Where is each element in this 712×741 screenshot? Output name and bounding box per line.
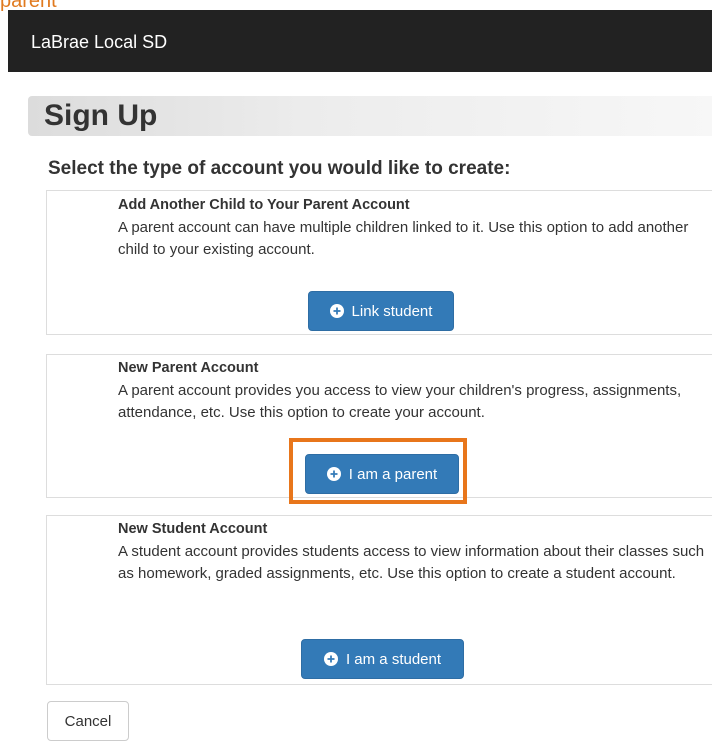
plus-circle-icon	[323, 652, 338, 666]
option-card-student: New Student Account A student account pr…	[46, 515, 712, 685]
cancel-button[interactable]: Cancel	[47, 701, 129, 741]
option-title: Add Another Child to Your Parent Account	[118, 197, 410, 213]
option-description: A parent account provides you access to …	[118, 382, 682, 421]
page-header: Sign Up	[28, 96, 712, 136]
brand-link[interactable]: LaBrae Local SD	[31, 31, 167, 53]
option-title: New Parent Account	[118, 360, 259, 376]
page-title: Sign Up	[44, 99, 158, 132]
button-label: Cancel	[64, 712, 112, 730]
navbar: LaBrae Local SD	[8, 10, 712, 72]
account-type-prompt: Select the type of account you would lik…	[48, 158, 511, 179]
option-card-link-student: Add Another Child to Your Parent Account…	[46, 190, 712, 335]
i-am-a-student-button[interactable]: I am a student	[301, 639, 464, 679]
option-description: A parent account can have multiple child…	[118, 219, 689, 258]
option-title: New Student Account	[118, 521, 268, 537]
link-student-button[interactable]: Link student	[308, 291, 454, 331]
plus-circle-icon	[329, 304, 344, 318]
button-label: Link student	[351, 302, 433, 320]
option-description: A student account provides students acce…	[118, 543, 705, 582]
button-label: I am a student	[345, 650, 442, 668]
highlight-annotation	[289, 438, 467, 504]
